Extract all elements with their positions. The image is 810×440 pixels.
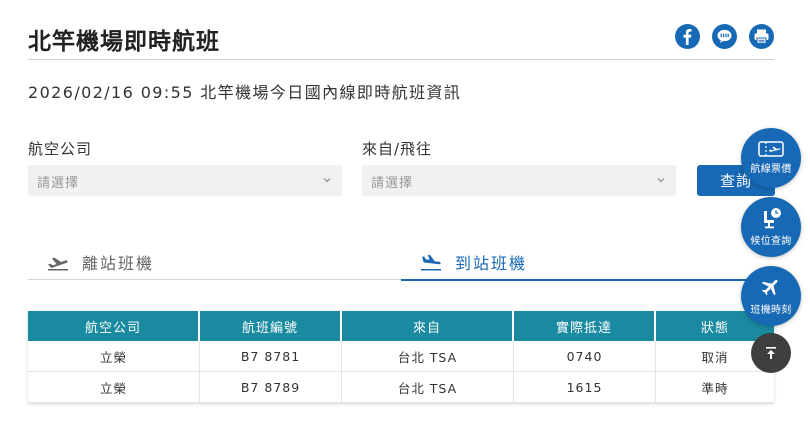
cell-status: 準時 bbox=[656, 372, 774, 403]
flight-tabs: 離站班機 到站班機 bbox=[28, 244, 774, 281]
page-title: 北竿機場即時航班 bbox=[28, 29, 220, 55]
col-origin: 來自 bbox=[342, 311, 514, 341]
schedule-label: 班機時刻 bbox=[750, 305, 792, 316]
table-header-row: 航空公司 航班編號 來自 實際抵達 狀態 bbox=[28, 311, 774, 341]
cell-flight-no: B7 8781 bbox=[200, 341, 342, 372]
airline-select-value: 請選擇 bbox=[37, 176, 80, 191]
standby-button[interactable]: 候位查詢 bbox=[741, 197, 801, 257]
standby-label: 候位查詢 bbox=[750, 236, 792, 247]
line-icon[interactable] bbox=[712, 24, 737, 49]
col-flight-no: 航班編號 bbox=[200, 311, 342, 341]
cell-flight-no: B7 8789 bbox=[200, 372, 342, 403]
tab-arrival[interactable]: 到站班機 bbox=[401, 244, 774, 281]
col-actual-arrival: 實際抵達 bbox=[514, 311, 656, 341]
tab-departure[interactable]: 離站班機 bbox=[28, 244, 401, 280]
seat-clock-icon bbox=[764, 208, 781, 229]
cell-airline: 立榮 bbox=[28, 372, 200, 403]
cell-actual-arrival: 1615 bbox=[514, 372, 656, 403]
share-bar bbox=[675, 24, 774, 49]
airline-label: 航空公司 bbox=[28, 140, 93, 158]
facebook-icon[interactable] bbox=[675, 24, 700, 49]
cell-airline: 立榮 bbox=[28, 341, 200, 372]
fare-button[interactable]: 航線票價 bbox=[741, 128, 801, 188]
arrival-plane-icon bbox=[421, 254, 441, 270]
page-header: 北竿機場即時航班 bbox=[28, 18, 774, 60]
airline-select[interactable]: 請選擇 bbox=[28, 165, 342, 196]
chevron-down-icon bbox=[657, 178, 665, 183]
origin-select[interactable]: 請選擇 bbox=[362, 165, 676, 196]
col-airline: 航空公司 bbox=[28, 311, 200, 341]
cell-origin: 台北 TSA bbox=[342, 372, 514, 403]
departure-plane-icon bbox=[48, 257, 68, 271]
tab-arrival-label: 到站班機 bbox=[455, 253, 528, 273]
ticket-icon bbox=[758, 141, 784, 157]
origin-label: 來自/飛往 bbox=[362, 140, 433, 158]
airplane-icon bbox=[761, 279, 778, 296]
origin-select-value: 請選擇 bbox=[371, 176, 414, 191]
cell-origin: 台北 TSA bbox=[342, 341, 514, 372]
table-row: 立榮 B7 8789 台北 TSA 1615 準時 bbox=[28, 372, 774, 403]
schedule-button[interactable]: 班機時刻 bbox=[741, 266, 801, 326]
flight-table: 航空公司 航班編號 來自 實際抵達 狀態 立榮 B7 8781 台北 TSA 0… bbox=[28, 311, 774, 403]
chevron-down-icon bbox=[323, 178, 331, 183]
table-row: 立榮 B7 8781 台北 TSA 0740 取消 bbox=[28, 341, 774, 372]
back-to-top-button[interactable] bbox=[751, 333, 791, 373]
fare-label: 航線票價 bbox=[750, 164, 792, 175]
print-icon[interactable] bbox=[749, 24, 774, 49]
tab-departure-label: 離站班機 bbox=[82, 254, 155, 273]
cell-actual-arrival: 0740 bbox=[514, 341, 656, 372]
update-info: 2026/02/16 09:55 北竿機場今日國內線即時航班資訊 bbox=[28, 83, 462, 102]
arrow-up-icon bbox=[766, 347, 776, 359]
